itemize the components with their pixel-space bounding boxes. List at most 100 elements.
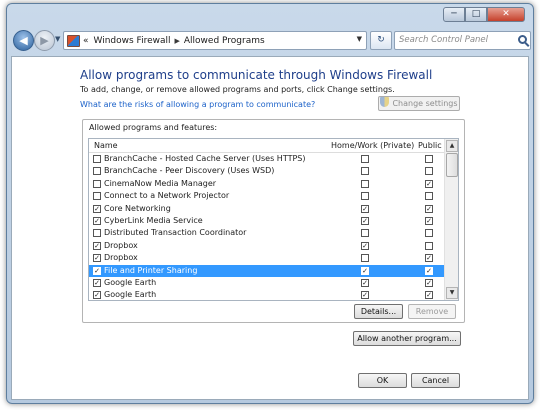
home-work-checkbox[interactable]: ✓ bbox=[361, 241, 369, 250]
recent-pages-chevron-icon[interactable]: ▼ bbox=[55, 35, 60, 43]
program-name: File and Printer Sharing bbox=[104, 265, 198, 275]
details-button[interactable]: Details... bbox=[354, 304, 403, 319]
public-checkbox[interactable]: ✓ bbox=[425, 291, 433, 300]
enabled-checkbox[interactable]: ✓ bbox=[93, 291, 101, 300]
list-item[interactable]: ✓ Core Networking ✓ ✓ bbox=[89, 203, 444, 215]
content-pane: Allow programs to communicate through Wi… bbox=[11, 56, 529, 400]
list-scrollbar[interactable]: ▲ ▼ bbox=[444, 139, 458, 300]
program-name: Connect to a Network Projector bbox=[104, 191, 230, 201]
risks-link[interactable]: What are the risks of allowing a program… bbox=[80, 100, 315, 109]
program-name: Google Earth bbox=[104, 278, 157, 287]
enabled-checkbox[interactable]: ✓ bbox=[93, 204, 101, 213]
page-title: Allow programs to communicate through Wi… bbox=[80, 68, 433, 82]
breadcrumb-windows-firewall[interactable]: Windows Firewall bbox=[94, 36, 171, 46]
public-checkbox[interactable] bbox=[425, 167, 433, 176]
home-work-checkbox[interactable] bbox=[361, 167, 369, 176]
program-name: Core Networking bbox=[104, 203, 171, 213]
search-placeholder: Search Control Panel bbox=[399, 35, 489, 45]
public-checkbox[interactable]: ✓ bbox=[425, 179, 433, 188]
program-name: Dropbox bbox=[104, 240, 138, 250]
uac-shield-icon bbox=[380, 97, 390, 107]
public-checkbox[interactable] bbox=[425, 229, 433, 238]
public-checkbox[interactable] bbox=[425, 155, 433, 163]
remove-button[interactable]: Remove bbox=[408, 304, 456, 319]
home-work-checkbox[interactable] bbox=[361, 229, 369, 238]
app-window: ─ □ ✕ ◀ ▶ ▼ « Windows Firewall ▶ Allowed… bbox=[6, 3, 534, 404]
enabled-checkbox[interactable]: ✓ bbox=[93, 254, 101, 263]
scroll-up-icon[interactable]: ▲ bbox=[446, 140, 458, 152]
home-work-checkbox[interactable] bbox=[361, 179, 369, 188]
column-name[interactable]: Name bbox=[94, 141, 118, 150]
enabled-checkbox[interactable]: ✓ bbox=[93, 266, 101, 275]
list-item[interactable]: Connect to a Network Projector bbox=[89, 190, 444, 202]
allowed-programs-group: Allowed programs and features: Name Home… bbox=[82, 119, 465, 323]
program-name: Distributed Transaction Coordinator bbox=[104, 228, 247, 238]
search-input[interactable]: Search Control Panel bbox=[394, 31, 531, 50]
change-settings-label: Change settings bbox=[392, 99, 458, 108]
list-item[interactable]: ✓ Google Earth ✓ ✓ bbox=[89, 289, 444, 300]
navigation-bar: ◀ ▶ ▼ « Windows Firewall ▶ Allowed Progr… bbox=[11, 28, 531, 54]
breadcrumb-overflow[interactable]: « bbox=[83, 36, 89, 46]
address-bar[interactable]: « Windows Firewall ▶ Allowed Programs ▼ bbox=[63, 31, 367, 50]
breadcrumb-allowed-programs[interactable]: Allowed Programs bbox=[184, 36, 265, 46]
list-item[interactable]: BranchCache - Peer Discovery (Uses WSD) bbox=[89, 165, 444, 177]
public-checkbox[interactable]: ✓ bbox=[425, 279, 433, 287]
home-work-checkbox[interactable]: ✓ bbox=[361, 291, 369, 300]
address-dropdown-icon[interactable]: ▼ bbox=[357, 35, 362, 43]
home-work-checkbox[interactable]: ✓ bbox=[361, 279, 369, 287]
column-home-work[interactable]: Home/Work (Private) bbox=[331, 141, 414, 150]
enabled-checkbox[interactable] bbox=[93, 167, 101, 176]
public-checkbox[interactable] bbox=[425, 241, 433, 250]
back-button[interactable]: ◀ bbox=[13, 30, 34, 51]
home-work-checkbox[interactable]: ✓ bbox=[361, 204, 369, 213]
program-name: CyberLink Media Service bbox=[104, 216, 203, 225]
list-item[interactable]: ✓ Dropbox ✓ bbox=[89, 252, 444, 264]
column-public[interactable]: Public bbox=[418, 141, 442, 150]
allow-another-program-button[interactable]: Allow another program... bbox=[353, 331, 461, 346]
enabled-checkbox[interactable] bbox=[93, 229, 101, 238]
refresh-button[interactable]: ↻ bbox=[370, 31, 392, 50]
allowed-programs-label: Allowed programs and features: bbox=[89, 123, 218, 132]
instructions-text: To add, change, or remove allowed progra… bbox=[80, 85, 395, 94]
cancel-button[interactable]: Cancel bbox=[411, 373, 460, 388]
programs-list[interactable]: Name Home/Work (Private) Public BranchCa… bbox=[88, 138, 459, 301]
maximize-button[interactable]: □ bbox=[465, 7, 487, 22]
public-checkbox[interactable]: ✓ bbox=[425, 254, 433, 263]
home-work-checkbox[interactable] bbox=[361, 254, 369, 263]
list-item[interactable]: ✓ CyberLink Media Service ✓ ✓ bbox=[89, 215, 444, 227]
list-item[interactable]: CinemaNow Media Manager ✓ bbox=[89, 178, 444, 190]
public-checkbox[interactable] bbox=[425, 192, 433, 201]
scroll-thumb[interactable] bbox=[446, 153, 458, 177]
forward-button[interactable]: ▶ bbox=[34, 30, 55, 51]
program-name: Dropbox bbox=[104, 253, 138, 263]
list-item[interactable]: Distributed Transaction Coordinator bbox=[89, 227, 444, 239]
public-checkbox[interactable]: ✓ bbox=[425, 204, 433, 213]
close-button[interactable]: ✕ bbox=[487, 7, 525, 22]
search-icon[interactable] bbox=[518, 35, 527, 44]
list-item[interactable]: ✓ File and Printer Sharing ✓ ✓ bbox=[89, 264, 444, 277]
enabled-checkbox[interactable] bbox=[93, 155, 101, 163]
enabled-checkbox[interactable]: ✓ bbox=[93, 279, 101, 287]
public-checkbox[interactable]: ✓ bbox=[425, 266, 433, 275]
list-item[interactable]: ✓ Dropbox ✓ bbox=[89, 240, 444, 252]
home-work-checkbox[interactable] bbox=[361, 155, 369, 163]
home-work-checkbox[interactable]: ✓ bbox=[361, 217, 369, 225]
breadcrumb-separator-icon[interactable]: ▶ bbox=[175, 37, 180, 45]
program-name: BranchCache - Peer Discovery (Uses WSD) bbox=[104, 166, 275, 176]
enabled-checkbox[interactable]: ✓ bbox=[93, 241, 101, 250]
scroll-down-icon[interactable]: ▼ bbox=[446, 287, 458, 299]
enabled-checkbox[interactable] bbox=[93, 179, 101, 188]
enabled-checkbox[interactable] bbox=[93, 192, 101, 201]
public-checkbox[interactable]: ✓ bbox=[425, 217, 433, 225]
list-item[interactable]: ✓ Google Earth ✓ ✓ bbox=[89, 277, 444, 289]
home-work-checkbox[interactable] bbox=[361, 192, 369, 201]
ok-button[interactable]: OK bbox=[358, 373, 407, 388]
firewall-icon bbox=[67, 34, 80, 47]
home-work-checkbox[interactable]: ✓ bbox=[361, 266, 369, 275]
minimize-button[interactable]: ─ bbox=[443, 7, 465, 22]
enabled-checkbox[interactable]: ✓ bbox=[93, 217, 101, 225]
change-settings-button[interactable]: Change settings bbox=[378, 96, 460, 111]
list-item[interactable]: BranchCache - Hosted Cache Server (Uses … bbox=[89, 153, 444, 165]
list-header: Name Home/Work (Private) Public bbox=[89, 139, 444, 153]
program-name: Google Earth bbox=[104, 290, 157, 300]
